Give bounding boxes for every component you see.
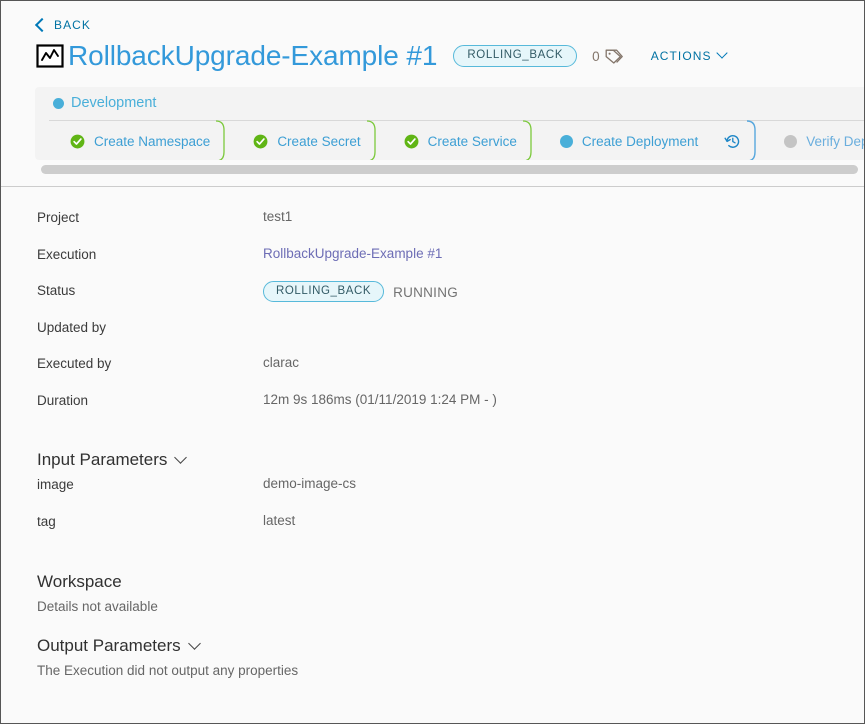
workspace-header: Workspace xyxy=(1,550,864,598)
detail-label: Executed by xyxy=(37,356,112,371)
execution-link[interactable]: RollbackUpgrade-Example #1 xyxy=(263,246,442,261)
detail-row-execution: Execution RollbackUpgrade-Example #1 xyxy=(1,246,864,283)
param-row-image: image demo-image-cs xyxy=(1,476,864,513)
check-circle-icon xyxy=(404,134,419,148)
pipeline-chart-icon xyxy=(36,43,64,68)
status-badge: ROLLING_BACK xyxy=(453,45,578,67)
detail-label: Execution xyxy=(37,246,97,262)
chevron-down-icon xyxy=(174,450,188,464)
chevron-down-icon xyxy=(187,636,201,650)
check-circle-icon xyxy=(70,134,85,148)
task-create-secret[interactable]: Create Secret xyxy=(232,121,361,160)
workspace-note: Details not available xyxy=(37,599,158,614)
param-value: demo-image-cs xyxy=(263,476,357,491)
tag-icon xyxy=(605,49,623,64)
tags-control[interactable]: 0 xyxy=(592,48,623,65)
back-row: BACK xyxy=(1,1,864,33)
task-label: Create Service xyxy=(427,133,517,149)
detail-label: Duration xyxy=(37,392,89,408)
tag-count: 0 xyxy=(592,48,600,64)
task-create-deployment[interactable]: Create Deployment xyxy=(539,121,741,160)
task-label: Create Deployment xyxy=(581,133,699,149)
scrollbar-thumb[interactable] xyxy=(41,165,858,174)
stage-strip: Development Create Namespace Create Secr… xyxy=(1,75,864,160)
detail-label: Project xyxy=(37,210,80,225)
page-header: BACK RollbackUpgrade-Example #1 ROLLING_… xyxy=(1,1,864,75)
actions-dropdown[interactable]: ACTIONS xyxy=(650,47,728,63)
detail-row-duration: Duration 12m 9s 186ms (01/11/2019 1:24 P… xyxy=(1,392,864,429)
detail-row-updated-by: Updated by xyxy=(1,319,864,356)
detail-value: ROLLING_BACK RUNNING xyxy=(263,281,458,303)
task-separator xyxy=(210,120,232,160)
task-label: Verify Depl xyxy=(806,133,864,149)
execution-details-page: BACK RollbackUpgrade-Example #1 ROLLING_… xyxy=(0,0,865,724)
horizontal-scrollbar[interactable] xyxy=(1,160,864,186)
dot-icon xyxy=(559,134,573,148)
chevron-left-icon xyxy=(34,17,50,33)
back-button[interactable]: BACK xyxy=(34,17,91,33)
param-value: latest xyxy=(263,513,296,528)
stage-status-dot xyxy=(53,97,64,109)
detail-row-status: Status ROLLING_BACK RUNNING xyxy=(1,281,864,319)
back-label: BACK xyxy=(54,18,91,32)
output-parameters-note: The Execution did not output any propert… xyxy=(37,663,299,678)
stage-name-label: Development xyxy=(71,95,157,111)
task-label: Create Secret xyxy=(277,133,361,149)
input-parameters-header[interactable]: Input Parameters xyxy=(1,428,864,476)
task-verify-deployment[interactable]: Verify Depl xyxy=(763,121,864,160)
param-label: tag xyxy=(37,514,56,529)
section-title: Output Parameters xyxy=(37,636,181,655)
task-row: Create Namespace Create Secret Create Se… xyxy=(49,120,864,160)
task-separator xyxy=(517,120,539,160)
check-circle-icon xyxy=(253,134,268,148)
stage-header[interactable]: Development xyxy=(35,87,864,111)
dot-icon xyxy=(784,134,798,148)
page-title[interactable]: RollbackUpgrade-Example #1 xyxy=(68,40,437,72)
detail-value: clarac xyxy=(263,355,300,370)
task-separator xyxy=(361,120,383,160)
chevron-down-icon xyxy=(715,47,728,59)
status-badge: ROLLING_BACK xyxy=(263,281,385,303)
section-title: Workspace xyxy=(37,572,122,591)
task-label: Create Namespace xyxy=(94,133,211,149)
detail-label: Updated by xyxy=(37,319,107,335)
output-parameters-header[interactable]: Output Parameters xyxy=(1,614,864,662)
status-text: RUNNING xyxy=(393,285,458,301)
actions-label: ACTIONS xyxy=(650,49,712,63)
param-row-tag: tag latest xyxy=(1,513,864,550)
details-body: Project test1 Execution RollbackUpgrade-… xyxy=(1,187,864,678)
detail-label: Status xyxy=(37,283,76,298)
task-rail: Create Namespace Create Secret Create Se… xyxy=(49,120,864,160)
detail-row-project: Project test1 xyxy=(1,209,864,246)
param-label: image xyxy=(37,477,74,492)
task-create-namespace[interactable]: Create Namespace xyxy=(49,121,210,160)
task-separator xyxy=(741,120,763,160)
stage-card-development: Development Create Namespace Create Secr… xyxy=(35,87,864,160)
detail-row-executed-by: Executed by clarac xyxy=(1,355,864,392)
title-row: RollbackUpgrade-Example #1 ROLLING_BACK … xyxy=(1,27,864,75)
detail-value: 12m 9s 186ms (01/11/2019 1:24 PM - ) xyxy=(263,391,497,407)
detail-value: test1 xyxy=(263,209,293,224)
restore-history-icon[interactable] xyxy=(724,133,741,150)
task-create-service[interactable]: Create Service xyxy=(383,121,517,160)
section-title: Input Parameters xyxy=(37,450,168,469)
